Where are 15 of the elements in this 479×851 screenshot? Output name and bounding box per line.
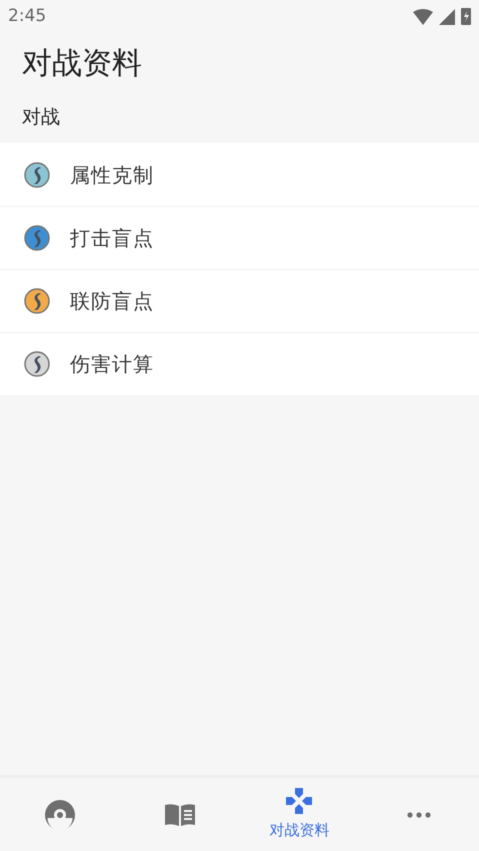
status-time: 2:45 <box>8 4 46 28</box>
section-header: 对战 <box>21 105 61 130</box>
list-item[interactable]: 打击盲点 <box>0 206 479 269</box>
list-item[interactable]: 属性克制 <box>0 143 479 206</box>
wifi-icon <box>413 8 433 25</box>
nav-tab[interactable]: 对战资料 <box>240 778 360 851</box>
battery-icon <box>461 8 471 25</box>
list-item[interactable]: 联防盲点 <box>0 269 479 332</box>
book-icon <box>164 802 196 826</box>
page-title: 对战资料 <box>21 45 143 83</box>
more-icon <box>407 812 432 818</box>
gamepad-icon <box>285 787 314 816</box>
signal-icon <box>439 8 455 24</box>
list-item[interactable]: 伤害计算 <box>0 332 479 395</box>
ball-icon <box>44 798 76 830</box>
